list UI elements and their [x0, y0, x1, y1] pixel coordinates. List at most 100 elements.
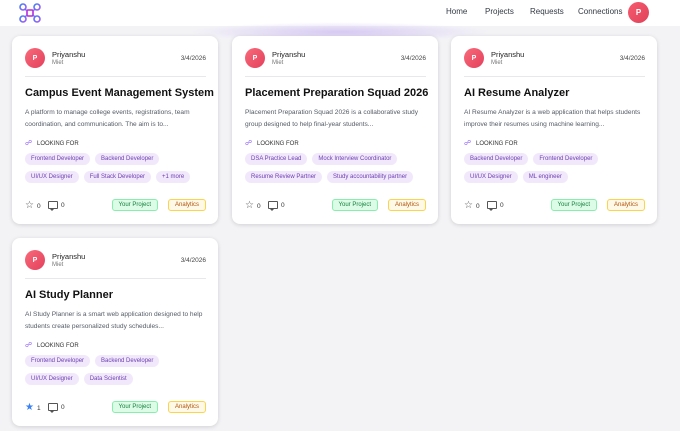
nav-link-connections[interactable]: Connections [578, 7, 622, 16]
comment-count: 0 [61, 201, 65, 209]
role-tag: Frontend Developer [25, 355, 91, 367]
star-button[interactable]: ☆ 0 [25, 201, 41, 211]
owner-college: Miet [52, 60, 64, 66]
role-tag: UI/UX Designer [25, 373, 79, 385]
analytics-button[interactable]: Analytics [387, 199, 426, 211]
role-tag: UI/UX Designer [464, 171, 518, 183]
owner-name: Priyanshu [52, 252, 86, 261]
post-date: 3/4/2026 [180, 55, 206, 62]
owner-college: Miet [52, 262, 64, 268]
comment-button[interactable]: 0 [268, 201, 285, 211]
role-tags: Frontend Developer Backend Developer UI/… [25, 153, 209, 183]
role-tag: Backend Developer [95, 153, 160, 165]
project-description: A platform to manage college events, reg… [25, 109, 190, 128]
looking-for-label: LOOKING FOR [476, 140, 518, 147]
card-footer: ☆ 0 0 Your Project Analytics [245, 199, 426, 213]
star-button[interactable]: ☆ 0 [464, 201, 480, 211]
more-roles-tag[interactable]: +1 more [156, 171, 191, 183]
looking-for-label: LOOKING FOR [37, 342, 79, 349]
looking-for-header: ☍ LOOKING FOR [245, 140, 299, 147]
comment-button[interactable]: 0 [48, 201, 65, 211]
card-footer: ☆ 0 0 Your Project Analytics [464, 199, 645, 213]
looking-for-header: ☍ LOOKING FOR [25, 140, 79, 147]
role-tag: Resume Review Partner [245, 171, 323, 183]
comment-icon [48, 403, 58, 413]
network-logo-icon[interactable] [19, 3, 41, 23]
comment-icon [268, 201, 278, 211]
project-description: AI Resume Analyzer is a web application … [464, 109, 641, 128]
project-card[interactable]: P Priyanshu Miet 3/4/2026 Placement Prep… [232, 36, 438, 224]
your-project-badge[interactable]: Your Project [331, 199, 378, 211]
owner-avatar: P [25, 48, 45, 68]
star-icon: ☆ [245, 200, 254, 211]
looking-for-header: ☍ LOOKING FOR [464, 140, 518, 147]
owner-name: Priyanshu [491, 50, 525, 59]
project-title: AI Study Planner [25, 289, 114, 301]
card-footer: ☆ 0 0 Your Project Analytics [25, 199, 206, 213]
owner-avatar: P [25, 250, 45, 270]
star-button[interactable]: ★ 1 [25, 403, 41, 413]
project-card[interactable]: P Priyanshu Miet 3/4/2026 AI Resume Anal… [451, 36, 657, 224]
comment-button[interactable]: 0 [48, 403, 65, 413]
owner-name: Priyanshu [272, 50, 306, 59]
star-filled-icon: ★ [25, 402, 34, 413]
post-date: 3/4/2026 [180, 257, 206, 264]
project-title: AI Resume Analyzer [464, 87, 570, 99]
star-icon: ☆ [464, 200, 473, 211]
project-card[interactable]: P Priyanshu Miet 3/4/2026 AI Study Plann… [12, 238, 218, 426]
owner-college: Miet [272, 60, 284, 66]
project-description: AI Study Planner is a smart web applicat… [25, 311, 203, 330]
nav-link-requests[interactable]: Requests [530, 7, 564, 16]
star-count: 1 [36, 404, 41, 412]
project-card[interactable]: P Priyanshu Miet 3/4/2026 Campus Event M… [12, 36, 218, 224]
role-tag: Study accountability partner [327, 171, 414, 183]
divider [245, 76, 426, 77]
star-count: 0 [256, 202, 261, 210]
looking-for-header: ☍ LOOKING FOR [25, 342, 79, 349]
divider [464, 76, 645, 77]
user-avatar[interactable]: P [628, 2, 649, 23]
star-icon: ☆ [25, 200, 34, 211]
role-tags: Backend Developer Frontend Developer UI/… [464, 153, 648, 183]
role-tag: Frontend Developer [25, 153, 91, 165]
project-title: Campus Event Management System [25, 87, 214, 99]
owner-college: Miet [491, 60, 503, 66]
your-project-badge[interactable]: Your Project [111, 401, 158, 413]
post-date: 3/4/2026 [619, 55, 645, 62]
analytics-button[interactable]: Analytics [167, 401, 206, 413]
post-date: 3/4/2026 [400, 55, 426, 62]
nav-link-projects[interactable]: Projects [485, 7, 514, 16]
role-tag: Frontend Developer [533, 153, 599, 165]
divider [25, 76, 206, 77]
role-tags: DSA Practice Lead Mock Interview Coordin… [245, 153, 429, 183]
project-description: Placement Preparation Squad 2026 is a co… [245, 109, 419, 128]
star-count: 0 [475, 202, 480, 210]
role-tag: Backend Developer [95, 355, 160, 367]
role-tag: Full Stack Developer [83, 171, 152, 183]
owner-avatar: P [464, 48, 484, 68]
star-count: 0 [36, 202, 41, 210]
comment-icon [48, 201, 58, 211]
role-tag: Data Scientist [83, 373, 133, 385]
comment-icon [487, 201, 497, 211]
star-button[interactable]: ☆ 0 [245, 201, 261, 211]
your-project-badge[interactable]: Your Project [111, 199, 158, 211]
owner-name: Priyanshu [52, 50, 86, 59]
role-tags: Frontend Developer Backend Developer UI/… [25, 355, 209, 385]
your-project-badge[interactable]: Your Project [550, 199, 597, 211]
owner-avatar: P [245, 48, 265, 68]
analytics-button[interactable]: Analytics [167, 199, 206, 211]
comment-count: 0 [500, 201, 504, 209]
comment-button[interactable]: 0 [487, 201, 504, 211]
nav-link-home[interactable]: Home [446, 7, 467, 16]
team-icon: ☍ [25, 140, 33, 147]
team-icon: ☍ [464, 140, 472, 147]
looking-for-label: LOOKING FOR [37, 140, 79, 147]
role-tag: ML engineer [522, 171, 568, 183]
analytics-button[interactable]: Analytics [606, 199, 645, 211]
role-tag: Backend Developer [464, 153, 529, 165]
team-icon: ☍ [25, 342, 33, 349]
divider [25, 278, 206, 279]
comment-count: 0 [281, 201, 285, 209]
role-tag: DSA Practice Lead [245, 153, 308, 165]
